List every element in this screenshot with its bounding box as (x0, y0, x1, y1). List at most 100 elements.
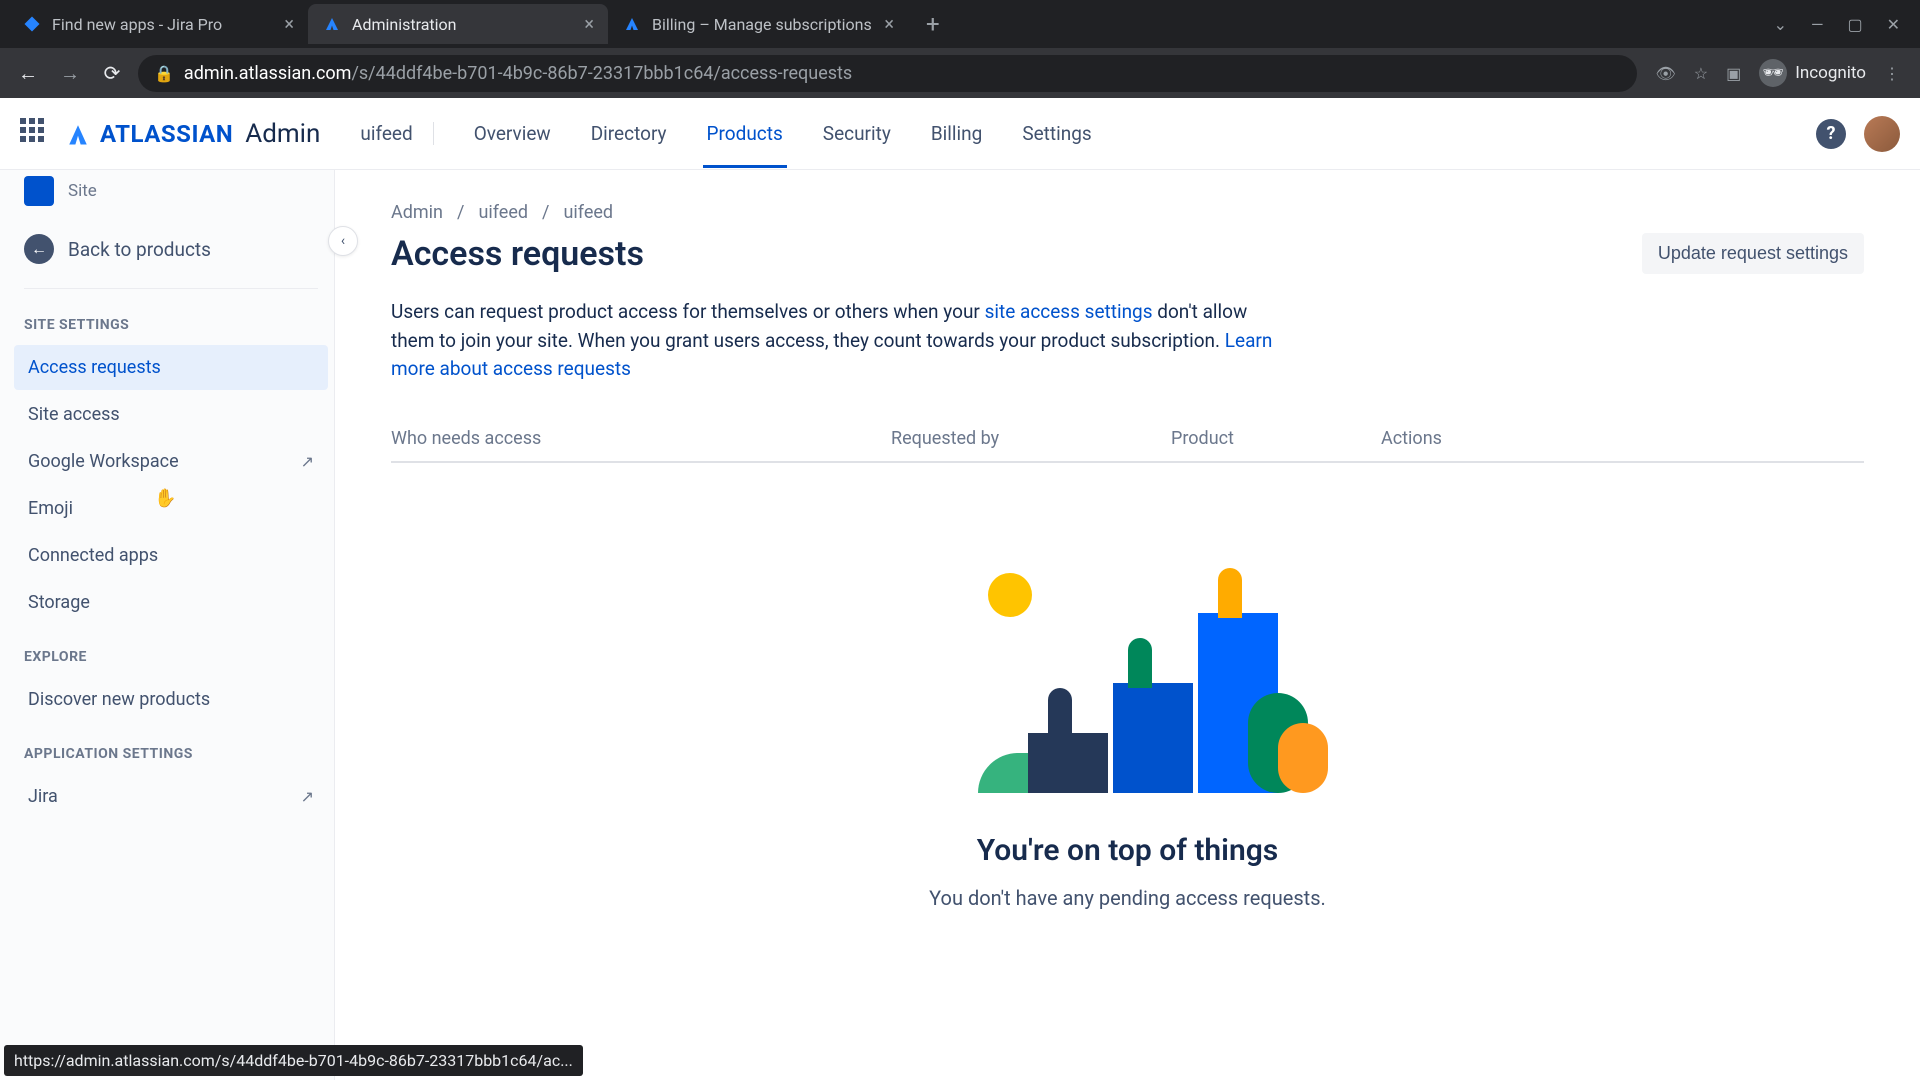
site-access-settings-link[interactable]: site access settings (985, 300, 1153, 323)
external-link-icon: ↗ (301, 787, 314, 806)
org-name[interactable]: uifeed (360, 122, 433, 145)
sidebar-item-label: Google Workspace (28, 451, 179, 472)
close-window-icon[interactable]: ✕ (1887, 15, 1900, 34)
incognito-badge[interactable]: 🕶 Incognito (1759, 59, 1866, 87)
app-body: ‹ Site ← Back to products SITE SETTINGS … (0, 170, 1920, 1080)
sidebar-item-access-requests[interactable]: Access requests (14, 345, 328, 390)
tracking-icon[interactable]: 👁 (1655, 64, 1675, 83)
page-description: Users can request product access for the… (391, 298, 1291, 384)
collapse-sidebar-button[interactable]: ‹ (328, 226, 358, 256)
tab-billing[interactable]: Billing – Manage subscriptions × (608, 4, 908, 44)
site-header[interactable]: Site (24, 170, 318, 218)
brand-text: ATLASSIAN (100, 120, 233, 148)
close-icon[interactable]: × (284, 14, 294, 35)
crumb-org[interactable]: uifeed (478, 202, 528, 223)
bookmark-icon[interactable]: ☆ (1694, 64, 1708, 83)
table-header: Who needs access Requested by Product Ac… (391, 416, 1864, 463)
minimize-icon[interactable]: — (1811, 15, 1824, 34)
col-actions: Actions (1381, 428, 1864, 449)
tab-bar: Find new apps - Jira Pro × Administratio… (0, 0, 1920, 48)
page-title: Access requests (391, 234, 644, 274)
tab-jira[interactable]: Find new apps - Jira Pro × (8, 4, 308, 44)
sidebar-item-jira[interactable]: Jira ↗ (14, 774, 328, 819)
nav-overview[interactable]: Overview (470, 100, 555, 167)
back-to-products-link[interactable]: ← Back to products (24, 218, 318, 289)
sidebar-item-connected-apps[interactable]: Connected apps (14, 533, 328, 578)
side-panel-icon[interactable]: ▣ (1726, 64, 1741, 83)
reload-button[interactable]: ⟳ (96, 57, 128, 89)
external-link-icon: ↗ (301, 452, 314, 471)
logo[interactable]: ATLASSIAN Admin (64, 119, 320, 149)
section-site-settings: SITE SETTINGS (24, 317, 318, 333)
tab-search-icon[interactable]: ⌄ (1774, 15, 1787, 34)
nav-products[interactable]: Products (703, 100, 787, 167)
atlassian-favicon-icon (622, 14, 642, 34)
avatar[interactable] (1864, 116, 1900, 152)
browser-chrome: Find new apps - Jira Pro × Administratio… (0, 0, 1920, 98)
nav-security[interactable]: Security (819, 100, 895, 167)
site-label: Site (68, 181, 97, 201)
new-tab-button[interactable]: + (918, 6, 948, 42)
address-icons: 👁 ☆ ▣ 🕶 Incognito ⋮ (1647, 59, 1908, 87)
sidebar-item-storage[interactable]: Storage (14, 580, 328, 625)
sidebar: Site ← Back to products SITE SETTINGS Ac… (0, 170, 335, 1080)
close-icon[interactable]: × (884, 14, 894, 35)
help-icon[interactable]: ? (1816, 119, 1846, 149)
incognito-icon: 🕶 (1759, 59, 1787, 87)
crumb-separator: / (457, 202, 464, 223)
sidebar-item-label: Site access (28, 404, 120, 425)
breadcrumb: Admin / uifeed / uifeed (391, 202, 1864, 223)
sidebar-item-emoji[interactable]: Emoji (14, 486, 328, 531)
tab-title: Find new apps - Jira Pro (52, 15, 274, 34)
address-bar: ← → ⟳ 🔒 admin.atlassian.com/s/44ddf4be-b… (0, 48, 1920, 98)
forward-button[interactable]: → (54, 57, 86, 89)
update-request-settings-button[interactable]: Update request settings (1642, 233, 1864, 274)
nav-billing[interactable]: Billing (927, 100, 986, 167)
col-requested-by: Requested by (891, 428, 1171, 449)
sidebar-item-site-access[interactable]: Site access (14, 392, 328, 437)
sidebar-item-google-workspace[interactable]: Google Workspace ↗ (14, 439, 328, 484)
sidebar-item-label: Connected apps (28, 545, 158, 566)
app: ATLASSIAN Admin uifeed Overview Director… (0, 98, 1920, 1080)
page-title-row: Access requests Update request settings (391, 233, 1864, 274)
site-icon (24, 176, 54, 206)
sidebar-item-discover-products[interactable]: Discover new products (14, 677, 328, 722)
empty-text: You don't have any pending access reques… (391, 886, 1864, 910)
sidebar-item-label: Discover new products (28, 689, 210, 710)
back-label: Back to products (68, 238, 211, 261)
back-button[interactable]: ← (12, 57, 44, 89)
crumb-admin[interactable]: Admin (391, 202, 443, 223)
sidebar-item-label: Emoji (28, 498, 73, 519)
url-input[interactable]: 🔒 admin.atlassian.com/s/44ddf4be-b701-4b… (138, 55, 1637, 92)
lock-icon: 🔒 (154, 64, 174, 83)
url-text: admin.atlassian.com/s/44ddf4be-b701-4b9c… (184, 63, 852, 84)
atlassian-favicon-icon (322, 14, 342, 34)
status-bar-url: https://admin.atlassian.com/s/44ddf4be-b… (4, 1045, 583, 1076)
maximize-icon[interactable]: ▢ (1847, 15, 1862, 34)
nav-directory[interactable]: Directory (587, 100, 671, 167)
window-controls: ⌄ — ▢ ✕ (1774, 15, 1912, 34)
sidebar-item-label: Access requests (28, 357, 161, 378)
section-explore: EXPLORE (24, 649, 318, 665)
nav-settings[interactable]: Settings (1018, 100, 1095, 167)
tab-title: Administration (352, 15, 574, 34)
crumb-site[interactable]: uifeed (563, 202, 613, 223)
crumb-separator: / (542, 202, 549, 223)
col-product: Product (1171, 428, 1381, 449)
section-application-settings: APPLICATION SETTINGS (24, 746, 318, 762)
top-nav: Overview Directory Products Security Bil… (470, 100, 1096, 167)
sidebar-item-label: Jira (28, 786, 58, 807)
close-icon[interactable]: × (584, 14, 594, 35)
sidebar-item-label: Storage (28, 592, 90, 613)
app-header: ATLASSIAN Admin uifeed Overview Director… (0, 98, 1920, 170)
kebab-menu-icon[interactable]: ⋮ (1884, 64, 1900, 83)
header-right: ? (1816, 116, 1900, 152)
tab-administration[interactable]: Administration × (308, 4, 608, 44)
main-content: Admin / uifeed / uifeed Access requests … (335, 170, 1920, 1080)
empty-title: You're on top of things (391, 833, 1864, 868)
app-switcher-icon[interactable] (20, 118, 52, 150)
atlassian-mark-icon (64, 120, 92, 148)
empty-illustration (928, 553, 1328, 793)
jira-favicon-icon (22, 14, 42, 34)
empty-state: You're on top of things You don't have a… (391, 553, 1864, 910)
